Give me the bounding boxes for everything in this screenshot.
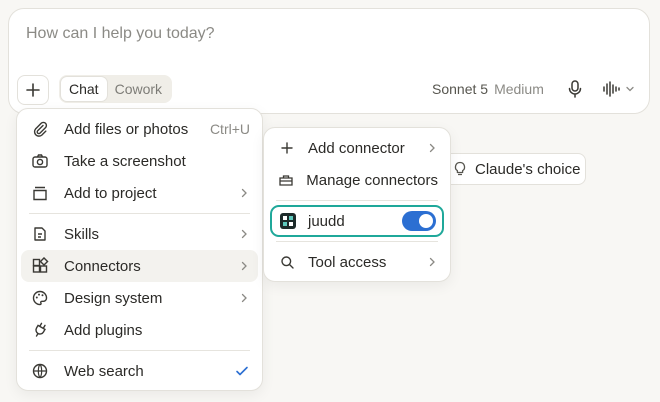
menu-item-add-files[interactable]: Add files or photos Ctrl+U <box>21 113 258 145</box>
menu-item-connectors[interactable]: Connectors <box>21 250 258 282</box>
chevron-right-icon <box>241 188 247 198</box>
mode-switch: Chat Cowork <box>59 75 173 103</box>
chevron-right-icon <box>429 257 435 267</box>
chevron-right-icon <box>241 229 247 239</box>
menu-item-design-system[interactable]: Design system <box>21 282 258 314</box>
attach-menu: Add files or photos Ctrl+U Take a screen… <box>16 108 263 391</box>
suggestion-chip[interactable]: Claude's choice <box>440 153 586 185</box>
menu-divider <box>29 213 250 214</box>
connector-toggle[interactable] <box>402 211 436 231</box>
search-icon <box>280 255 294 269</box>
menu-item-label: Add files or photos <box>64 120 189 138</box>
menu-item-manage-connectors[interactable]: Manage connectors <box>268 164 446 196</box>
skills-icon <box>34 227 46 241</box>
menu-item-label: Add plugins <box>64 321 143 339</box>
attach-button[interactable] <box>17 75 49 105</box>
menu-item-add-connector[interactable]: Add connector <box>268 132 446 164</box>
menu-item-label: Web search <box>64 362 144 380</box>
camera-icon <box>32 154 48 168</box>
suggestion-chip-label: Claude's choice <box>475 160 581 178</box>
plus-icon <box>26 83 40 97</box>
checkmark-icon <box>236 366 248 376</box>
model-selector[interactable]: Sonnet 5 Medium <box>432 81 544 97</box>
chevron-right-icon <box>241 261 247 271</box>
voice-mode-button[interactable] <box>601 79 647 99</box>
chevron-down-icon <box>626 86 634 92</box>
menu-item-add-plugins[interactable]: Add plugins <box>21 314 258 346</box>
juudd-app-icon <box>280 213 296 229</box>
connector-name: juudd <box>308 212 345 230</box>
microphone-icon <box>568 80 582 98</box>
model-name: Sonnet 5 <box>432 81 489 97</box>
connectors-submenu: Add connector Manage connectors juudd To… <box>263 127 451 282</box>
menu-item-tool-access[interactable]: Tool access <box>268 246 446 278</box>
mode-chat[interactable]: Chat <box>61 77 107 101</box>
menu-item-skills[interactable]: Skills <box>21 218 258 250</box>
plug-icon <box>35 322 46 337</box>
toggle-knob <box>419 214 433 228</box>
paperclip-icon <box>33 121 48 137</box>
menu-item-label: Connectors <box>64 257 141 275</box>
palette-icon <box>32 290 48 306</box>
chevron-right-icon <box>429 143 435 153</box>
microphone-button[interactable] <box>565 79 585 99</box>
menu-item-label: Tool access <box>308 253 387 271</box>
shortcut-hint: Ctrl+U <box>209 121 250 137</box>
page: How can I help you today? Chat Cowork So… <box>0 0 660 402</box>
prompt-input[interactable]: How can I help you today? <box>26 25 215 43</box>
menu-item-label: Design system <box>64 289 163 307</box>
menu-item-add-to-project[interactable]: Add to project <box>21 177 258 209</box>
connector-juudd[interactable]: juudd <box>270 205 444 237</box>
menu-item-label: Skills <box>64 225 100 243</box>
globe-icon <box>32 363 48 379</box>
chevron-right-icon <box>241 293 247 303</box>
menu-item-label: Add to project <box>64 184 157 202</box>
menu-item-web-search[interactable]: Web search <box>21 355 258 387</box>
lightbulb-icon <box>454 161 466 176</box>
toolbox-icon <box>279 175 293 186</box>
mode-cowork[interactable]: Cowork <box>107 77 170 101</box>
connectors-icon <box>32 257 49 273</box>
waveform-icon <box>603 81 620 97</box>
model-tier: Medium <box>494 81 544 97</box>
menu-item-label: Add connector <box>308 139 405 157</box>
menu-item-label: Take a screenshot <box>64 152 186 170</box>
menu-item-label: Manage connectors <box>306 171 438 189</box>
project-icon <box>33 186 47 201</box>
plus-icon <box>281 142 293 154</box>
menu-divider <box>276 241 438 242</box>
menu-divider <box>276 200 438 201</box>
chat-composer: How can I help you today? Chat Cowork So… <box>8 8 650 114</box>
menu-item-take-screenshot[interactable]: Take a screenshot <box>21 145 258 177</box>
menu-divider <box>29 350 250 351</box>
